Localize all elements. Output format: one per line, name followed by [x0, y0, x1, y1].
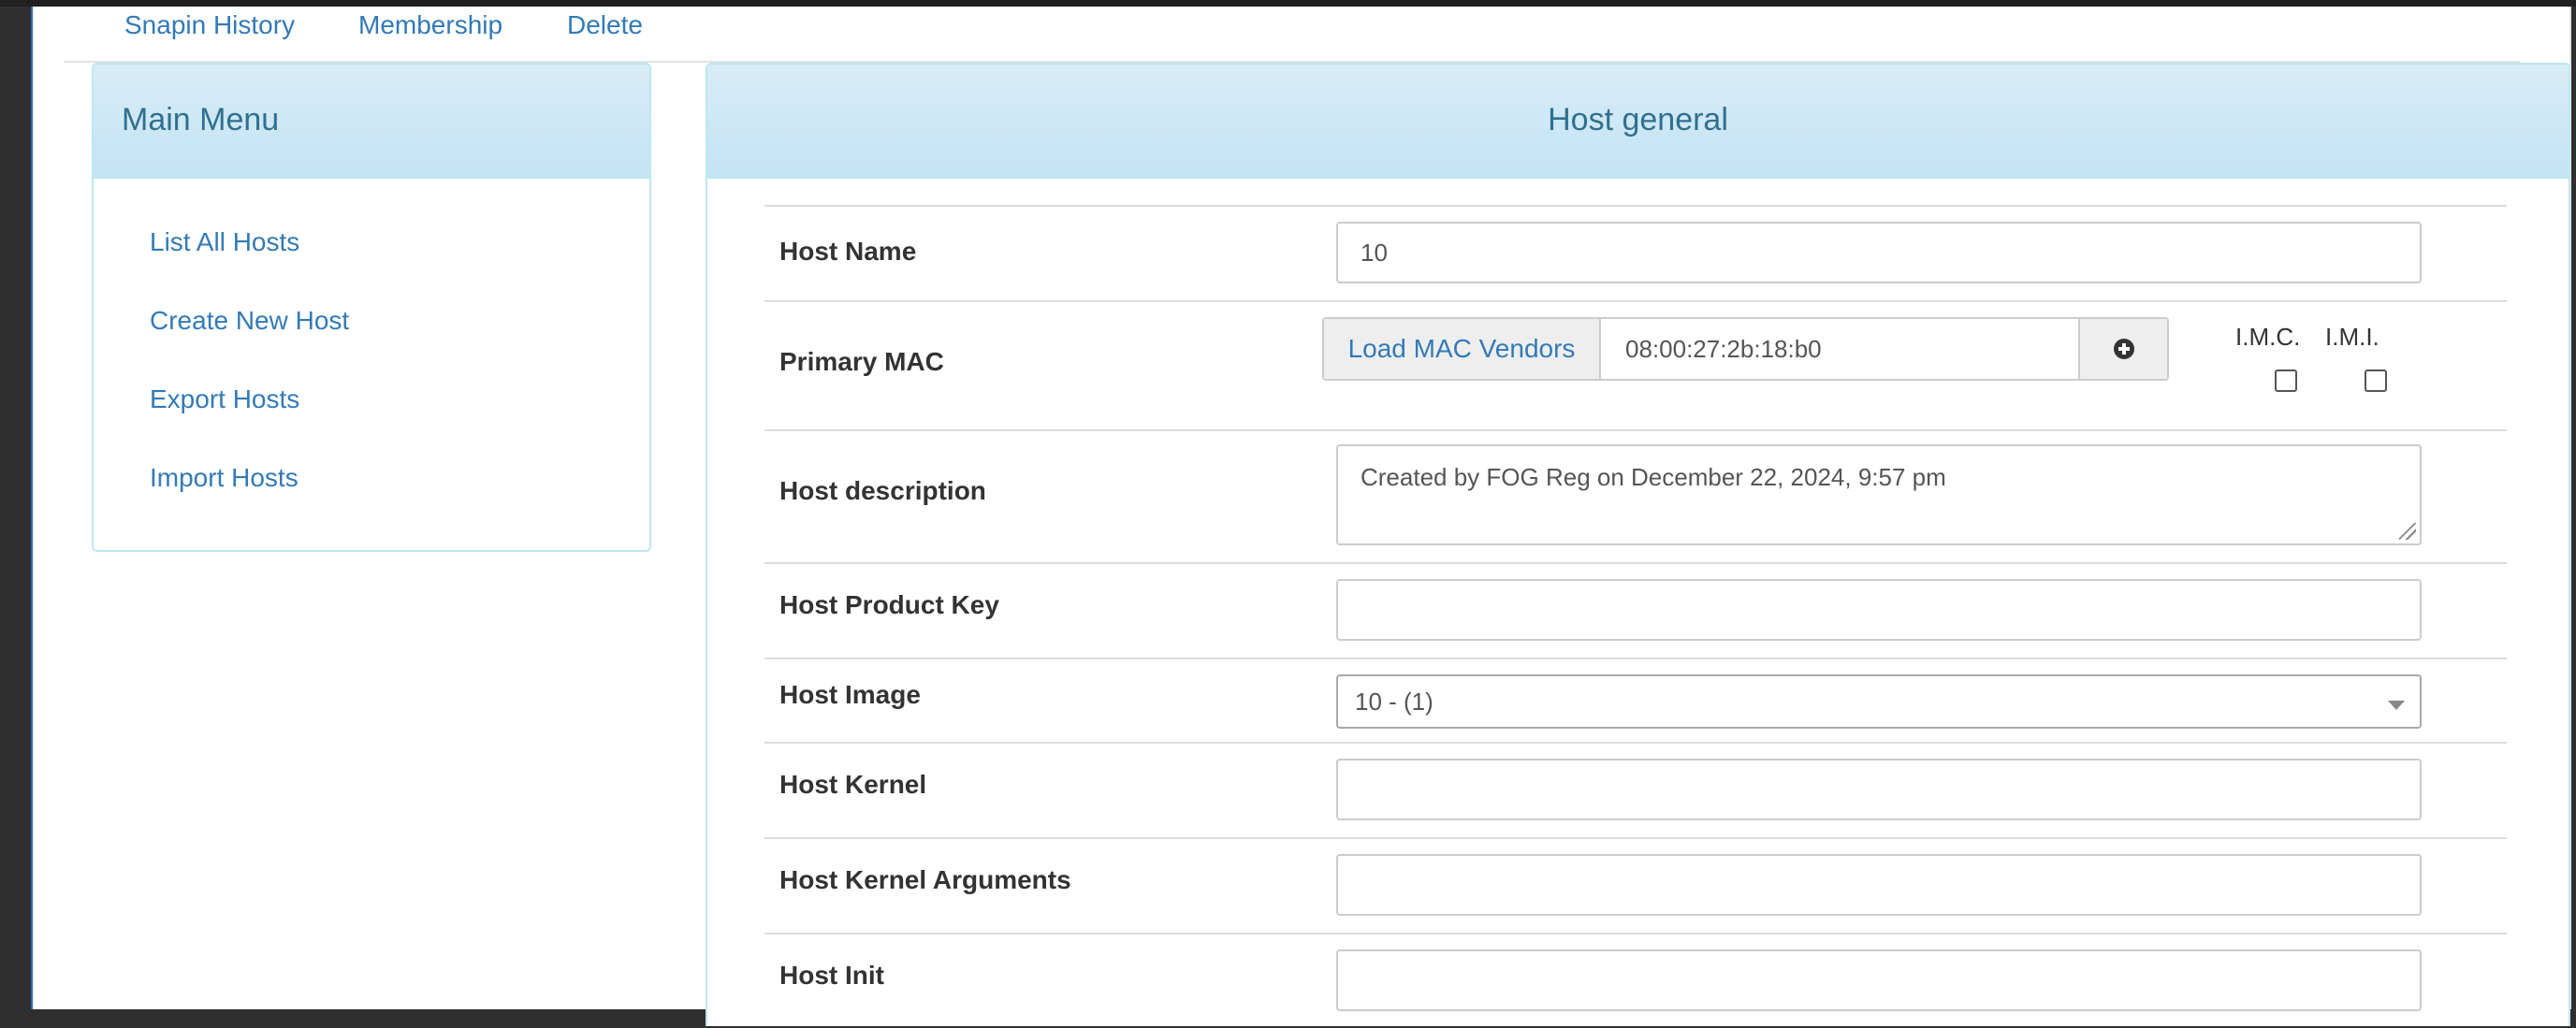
imi-checkbox[interactable]: [2365, 369, 2387, 392]
host-general-panel: Host general Host Name 10 Primary MAC Lo…: [706, 63, 2570, 1026]
load-mac-vendors-button[interactable]: Load MAC Vendors: [1324, 319, 1601, 379]
host-name-input[interactable]: 10: [1336, 222, 2422, 283]
main-menu-title: Main Menu: [122, 102, 280, 138]
menu-item-create-new-host[interactable]: Create New Host: [150, 306, 349, 336]
resize-grip-icon[interactable]: [2399, 523, 2416, 540]
host-image-label: Host Image: [779, 680, 921, 709]
row-host-kernel-arguments: Host Kernel Arguments: [764, 837, 2507, 933]
menu-item-export-hosts[interactable]: Export Hosts: [150, 384, 299, 414]
host-product-key-label: Host Product Key: [779, 590, 999, 619]
host-product-key-input[interactable]: [1336, 579, 2422, 641]
menu-item-list-all-hosts[interactable]: List All Hosts: [150, 227, 299, 257]
host-init-label: Host Init: [779, 961, 884, 990]
host-kernel-arguments-label: Host Kernel Arguments: [779, 865, 1071, 894]
imc-checkbox[interactable]: [2275, 369, 2297, 392]
row-host-description: Host description Created by FOG Reg on D…: [764, 429, 2507, 562]
plus-circle-icon: [2114, 339, 2134, 359]
main-menu-panel: Main Menu List All Hosts Create New Host…: [92, 63, 651, 552]
host-kernel-input[interactable]: [1336, 759, 2422, 820]
host-image-selected: 10 - (1): [1355, 688, 1434, 716]
main-menu-heading: Main Menu: [94, 65, 649, 179]
primary-mac-label: Primary MAC: [779, 347, 944, 376]
primary-mac-input[interactable]: 08:00:27:2b:18:b0: [1603, 319, 2080, 379]
browser-top-strip: [0, 0, 2576, 7]
host-description-label: Host description: [779, 476, 986, 505]
imc-label: I.M.C.: [2235, 323, 2301, 351]
row-host-image: Host Image 10 - (1): [764, 658, 2507, 742]
subnav-delete[interactable]: Delete: [567, 10, 643, 40]
imi-label: I.M.I.: [2325, 323, 2380, 351]
row-host-product-key: Host Product Key: [764, 562, 2507, 658]
caret-down-icon: [2388, 701, 2405, 710]
host-image-select[interactable]: 10 - (1): [1336, 674, 2422, 729]
row-host-name: Host Name 10: [764, 205, 2507, 300]
page-content: Snapin History Membership Delete Main Me…: [31, 7, 2571, 1026]
host-name-label: Host Name: [779, 237, 917, 266]
host-general-heading: Host general: [707, 65, 2569, 179]
host-description-textarea[interactable]: Created by FOG Reg on December 22, 2024,…: [1336, 444, 2422, 545]
host-kernel-arguments-input[interactable]: [1336, 854, 2422, 916]
primary-mac-input-group: Load MAC Vendors 08:00:27:2b:18:b0: [1322, 317, 2169, 381]
host-general-title: Host general: [1548, 102, 1728, 138]
subnav-membership[interactable]: Membership: [358, 10, 502, 40]
subnav-snapin-history[interactable]: Snapin History: [124, 10, 295, 40]
host-kernel-label: Host Kernel: [779, 770, 927, 799]
row-host-init: Host Init: [764, 933, 2507, 1028]
host-description-text: Created by FOG Reg on December 22, 2024,…: [1361, 463, 1946, 491]
add-mac-button[interactable]: [2078, 319, 2167, 379]
row-primary-mac: Primary MAC Load MAC Vendors 08:00:27:2b…: [764, 300, 2507, 429]
row-host-kernel: Host Kernel: [764, 742, 2507, 837]
host-init-input[interactable]: [1336, 949, 2422, 1011]
menu-item-import-hosts[interactable]: Import Hosts: [150, 463, 298, 493]
